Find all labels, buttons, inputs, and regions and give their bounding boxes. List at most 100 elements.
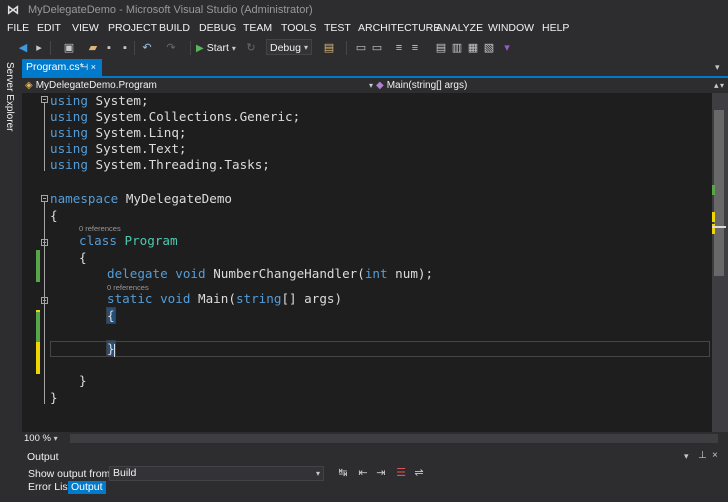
next-bookmark-icon[interactable]: ▦ [466, 41, 480, 55]
menu-debug[interactable]: DEBUG [199, 22, 236, 34]
forward-icon[interactable]: ▸ [32, 41, 46, 55]
change-indicator-unsaved [36, 310, 40, 312]
pin-icon[interactable]: ⊥ [698, 450, 707, 461]
menu-edit[interactable]: EDIT [37, 22, 61, 34]
types-dropdown[interactable]: ◈ MyDelegateDemo.Program ▾ [25, 78, 375, 93]
menu-test[interactable]: TEST [324, 22, 351, 34]
menu-project[interactable]: PROJECT [108, 22, 157, 34]
server-explorer-tab[interactable]: Server Explorer [4, 62, 15, 131]
standard-toolbar: ◀ ▸ ▣ ▰ ▪ ▪ ↶ ↷ ▶ Start ▾ ↻ Debug ▾ ▤ ▭ ▭ … [0, 37, 728, 59]
outline-line [44, 103, 45, 171]
undo-icon[interactable]: ↶ [140, 41, 154, 55]
find-in-files-icon[interactable]: ▤ [322, 41, 336, 55]
refresh-icon[interactable]: ↻ [244, 41, 258, 55]
open-file-icon[interactable]: ▰ [86, 41, 100, 55]
members-dropdown[interactable]: ◆ Main(string[] args) ▾ [376, 78, 726, 93]
document-tab-program[interactable]: Program.cs* ⊣ × [22, 59, 102, 76]
collapse-icon[interactable] [41, 96, 48, 103]
toolbar-separator [346, 41, 347, 55]
play-icon: ▶ [196, 43, 204, 54]
toolbar-separator [134, 41, 135, 55]
clear-all-icon[interactable]: ☰ [394, 466, 408, 480]
chevron-down-icon: ▾ [315, 469, 320, 478]
configuration-value: Debug [270, 42, 301, 54]
code-line: { [79, 250, 87, 265]
word-wrap-icon[interactable]: ⇌ [412, 466, 426, 480]
change-indicator-saved [36, 310, 40, 326]
collapse-icon[interactable] [41, 239, 48, 246]
collapse-icon[interactable] [41, 195, 48, 202]
chevron-down-icon: ▾ [368, 81, 373, 90]
navigation-bar: ◈ MyDelegateDemo.Program ▾ ◆ Main(string[]… [22, 78, 728, 94]
code-line: using System.Collections.Generic; [50, 109, 301, 124]
configuration-dropdown[interactable]: Debug ▾ [266, 39, 312, 55]
redo-icon[interactable]: ↷ [164, 41, 178, 55]
chevron-down-icon: ▾ [719, 81, 724, 90]
menu-window[interactable]: WINDOW [488, 22, 534, 34]
split-icon[interactable]: ▴ [714, 80, 719, 91]
chevron-down-icon: ▾ [231, 44, 236, 53]
output-source-dropdown[interactable]: Build ▾ [109, 466, 324, 481]
clear-bookmarks-icon[interactable]: ▧ [482, 41, 496, 55]
change-indicator-saved [36, 326, 40, 342]
change-indicator-unsaved [36, 342, 40, 374]
menu-bar: FILE EDIT VIEW PROJECT BUILD DEBUG TEAM … [0, 20, 728, 37]
prev-bookmark-icon[interactable]: ▥ [450, 41, 464, 55]
output-source-value: Build [113, 467, 137, 479]
find-message-icon[interactable]: ↹ [336, 466, 350, 480]
code-line: static void Main(string[] args) [107, 291, 343, 306]
scroll-change-marker [712, 185, 715, 195]
tab-output[interactable]: Output [68, 481, 106, 494]
new-project-icon[interactable]: ▣ [62, 41, 76, 55]
toolbar-options-icon[interactable]: ▾ [500, 41, 514, 55]
start-label: Start [206, 42, 229, 54]
tab-error-list[interactable]: Error List [25, 481, 74, 494]
save-all-icon[interactable]: ▪ [118, 41, 132, 55]
indent-icon[interactable]: ≡ [392, 41, 406, 55]
start-debugging-button[interactable]: ▶ Start ▾ [196, 40, 236, 56]
bookmark-icon[interactable]: ▤ [434, 41, 448, 55]
code-editor[interactable]: using System; using System.Collections.G… [22, 93, 712, 432]
code-line: using System.Text; [50, 141, 187, 156]
code-line: using System; [50, 93, 149, 108]
class-icon: ◈ [25, 80, 33, 91]
save-icon[interactable]: ▪ [102, 41, 116, 55]
code-line: delegate void NumberChangeHandler(int nu… [107, 266, 434, 281]
back-icon[interactable]: ◀ [16, 41, 30, 55]
menu-view[interactable]: VIEW [72, 22, 99, 34]
menu-team[interactable]: TEAM [243, 22, 272, 34]
window-title: MyDelegateDemo - Microsoft Visual Studio… [28, 4, 313, 16]
code-line: } [50, 390, 58, 405]
previous-message-icon[interactable]: ⇤ [356, 466, 370, 480]
menu-build[interactable]: BUILD [159, 22, 190, 34]
horizontal-scrollbar[interactable] [70, 434, 718, 443]
menu-file[interactable]: FILE [7, 22, 29, 34]
pin-icon[interactable]: ⊣ × [80, 59, 96, 76]
outdent-icon[interactable]: ≡ [408, 41, 422, 55]
chevron-down-icon: ▾ [303, 43, 308, 52]
tab-list-icon[interactable]: ▾ [715, 62, 720, 73]
next-message-icon[interactable]: ⇥ [374, 466, 388, 480]
scrollbar-thumb[interactable] [714, 110, 724, 276]
current-line-highlight [50, 341, 710, 357]
toolbar-separator [50, 41, 51, 55]
scroll-change-marker [712, 212, 715, 222]
scroll-caret-marker [712, 226, 726, 228]
chevron-down-icon: ▾ [53, 434, 58, 443]
uncomment-icon[interactable]: ▭ [370, 41, 384, 55]
method-icon: ◆ [376, 80, 384, 91]
menu-architecture[interactable]: ARCHITECTURE [358, 22, 440, 34]
codelens-references[interactable]: 0 references [79, 224, 121, 233]
menu-tools[interactable]: TOOLS [281, 22, 316, 34]
code-line: using System.Threading.Tasks; [50, 157, 270, 172]
menu-analyze[interactable]: ANALYZE [436, 22, 483, 34]
window-position-icon[interactable]: ▾ [684, 451, 689, 462]
close-icon[interactable]: × [712, 450, 718, 461]
menu-help[interactable]: HELP [542, 22, 569, 34]
zoom-dropdown[interactable]: 100 % ▾ [24, 432, 58, 445]
code-line: namespace MyDelegateDemo [50, 191, 232, 206]
collapse-icon[interactable] [41, 297, 48, 304]
comment-icon[interactable]: ▭ [354, 41, 368, 55]
code-line: { [50, 208, 58, 223]
code-line: using System.Linq; [50, 125, 187, 140]
